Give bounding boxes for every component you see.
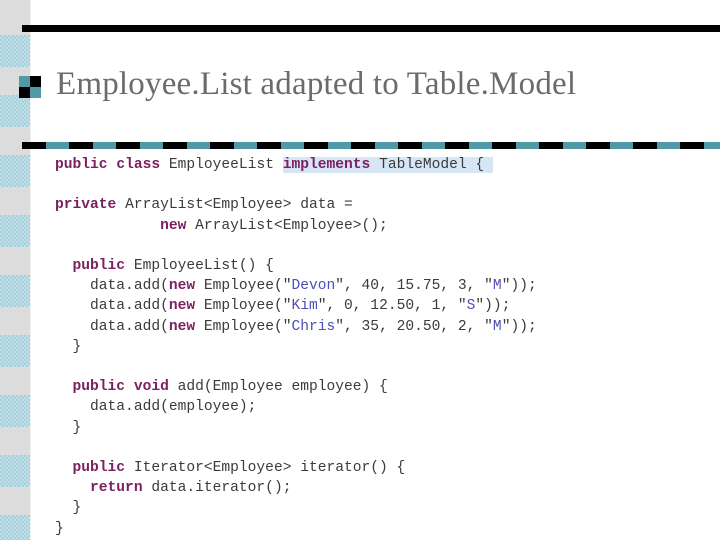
line-field-init: new ArrayList<Employee>();: [55, 216, 715, 236]
line-blank-1: [55, 175, 715, 195]
code-token: Kim: [291, 298, 318, 315]
code-token: public: [55, 157, 108, 173]
line-add-devon: data.add(new Employee("Devon", 40, 15.75…: [55, 276, 715, 296]
code-token: "));: [501, 278, 537, 295]
line-add-method-open: public void add(Employee employee) {: [55, 377, 715, 397]
code-token: ", 35, 20.50, 2, ": [335, 318, 493, 335]
sidebar-band: [0, 215, 30, 247]
line-ctor-open: public EmployeeList() {: [55, 256, 715, 276]
line-iterator-body: return data.iterator();: [55, 478, 715, 498]
line-class-decl: public class EmployeeList implements Tab…: [55, 155, 715, 175]
code-token: [484, 157, 493, 173]
code-block: public class EmployeeList implements Tab…: [55, 155, 715, 539]
code-token: Devon: [291, 278, 336, 295]
code-token: data.add(: [55, 278, 169, 295]
sidebar-band: [0, 335, 30, 367]
line-add-method-body: data.add(employee);: [55, 397, 715, 417]
line-ctor-close: }: [55, 337, 715, 357]
code-token: return: [90, 480, 143, 497]
code-token: Chris: [291, 318, 336, 335]
code-token: private: [55, 197, 117, 214]
line-add-chris: data.add(new Employee("Chris", 35, 20.50…: [55, 317, 715, 337]
line-blank-3: [55, 357, 715, 377]
code-token: ArrayList<Employee> data =: [116, 197, 353, 214]
code-token: public: [72, 257, 126, 274]
code-token: add(Employee employee) {: [168, 379, 388, 396]
code-token: public: [72, 459, 126, 476]
bullet-quadrant-bottom-right: [30, 87, 41, 98]
code-token: new: [160, 217, 187, 234]
code-token: M: [492, 318, 502, 335]
code-token: ", 0, 12.50, 1, ": [317, 298, 467, 315]
presentation-slide: Employee.List adapted to Table.Model pub…: [0, 0, 720, 540]
code-token: }: [55, 500, 82, 517]
code-token: data.add(employee);: [55, 399, 257, 416]
code-token: Employee(": [195, 298, 292, 315]
code-token: data.iterator();: [142, 480, 292, 497]
line-iterator-open: public Iterator<Employee> iterator() {: [55, 458, 715, 478]
code-token: new: [168, 298, 196, 315]
sidebar-band: [0, 275, 30, 307]
line-class-close: }: [55, 519, 715, 539]
line-add-method-close: }: [55, 418, 715, 438]
line-field-data: private ArrayList<Employee> data =: [55, 195, 715, 215]
bullet-quadrant-top-right: [30, 76, 41, 87]
code-token: {: [475, 157, 485, 173]
code-token: EmployeeList() {: [125, 257, 274, 274]
code-token: [370, 157, 380, 173]
code-token: ArrayList<Employee>();: [186, 217, 388, 234]
code-token: ", 40, 15.75, 3, ": [335, 278, 493, 295]
line-blank-2: [55, 236, 715, 256]
code-token: data.add(: [55, 298, 169, 315]
code-token: Employee(": [195, 318, 292, 335]
code-token: class: [116, 157, 161, 173]
top-rule-divider: [22, 25, 720, 32]
line-iterator-close: }: [55, 498, 715, 518]
bullet-quadrant-top-left: [19, 76, 30, 87]
code-token: new: [168, 278, 196, 295]
sidebar-band: [0, 155, 30, 187]
code-token: }: [55, 419, 82, 436]
code-token: }: [55, 520, 64, 537]
dashed-rule-divider: [22, 142, 720, 149]
code-token: new: [168, 318, 196, 335]
sidebar-band: [0, 455, 30, 487]
code-token: TableModel: [379, 157, 467, 173]
code-token: void: [133, 379, 169, 396]
code-token: EmployeeList: [160, 157, 283, 173]
sidebar-band: [0, 515, 30, 540]
code-token: Employee(": [195, 278, 292, 295]
bullet-quadrant-bottom-left: [19, 87, 30, 98]
code-token: implements: [282, 157, 371, 173]
code-token: }: [55, 338, 82, 355]
code-token: "));: [475, 298, 511, 315]
sidebar-band: [0, 95, 30, 127]
code-token: Iterator<Employee> iterator() {: [125, 459, 406, 476]
code-token: public: [72, 379, 126, 396]
line-blank-4: [55, 438, 715, 458]
sidebar-band: [0, 395, 30, 427]
line-add-kim: data.add(new Employee("Kim", 0, 12.50, 1…: [55, 296, 715, 316]
sidebar-band: [0, 35, 30, 67]
code-token: "));: [501, 318, 537, 335]
checker-square-bullet-icon: [19, 76, 41, 98]
slide-title: Employee.List adapted to Table.Model: [56, 66, 577, 102]
code-token: M: [492, 278, 502, 295]
code-token: data.add(: [55, 318, 169, 335]
